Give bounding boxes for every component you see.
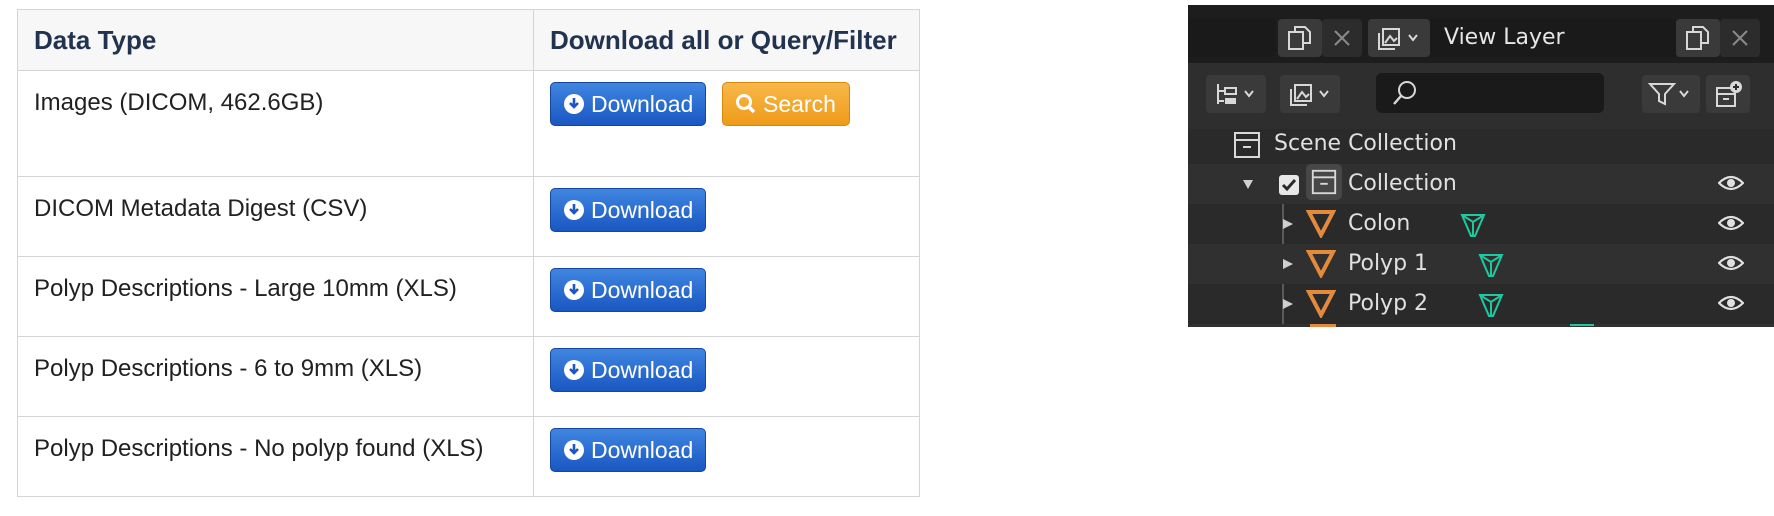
duplicate-icon[interactable] bbox=[1676, 19, 1720, 57]
collection-icon bbox=[1234, 132, 1260, 158]
table-row: Images (DICOM, 462.6GB) Download Search bbox=[17, 70, 920, 177]
mesh-data-icon bbox=[1570, 324, 1594, 327]
action-cell: Download bbox=[533, 176, 920, 257]
data-type-cell: DICOM Metadata Digest (CSV) bbox=[17, 176, 534, 257]
collection-icon bbox=[1311, 169, 1337, 195]
eye-icon[interactable] bbox=[1718, 253, 1744, 273]
outliner-panel: View Layer Scene Collection Collection C… bbox=[1188, 5, 1774, 327]
download-label: Download bbox=[591, 436, 694, 463]
action-cell: Download bbox=[533, 256, 920, 337]
mesh-data-icon[interactable] bbox=[1458, 209, 1488, 239]
download-button[interactable]: Download bbox=[550, 268, 706, 312]
table-row: Polyp Descriptions - Large 10mm (XLS) Do… bbox=[17, 256, 920, 337]
close-icon[interactable] bbox=[1322, 19, 1362, 57]
expand-arrow-icon[interactable] bbox=[1242, 178, 1254, 190]
table-row: Polyp Descriptions - 6 to 9mm (XLS) Down… bbox=[17, 336, 920, 417]
table-row: DICOM Metadata Digest (CSV) Download bbox=[17, 176, 920, 257]
magnifier-icon bbox=[1393, 81, 1416, 105]
download-circle-icon bbox=[564, 360, 584, 380]
outliner-header bbox=[1188, 63, 1774, 129]
action-cell: Download bbox=[533, 416, 920, 497]
layers-filter-icon[interactable] bbox=[1280, 75, 1340, 113]
search-icon bbox=[736, 94, 756, 114]
expand-arrow-icon[interactable] bbox=[1282, 258, 1294, 270]
collection-icon-bg bbox=[1306, 164, 1342, 200]
download-circle-icon bbox=[564, 94, 584, 114]
tree-item-colon[interactable]: Colon bbox=[1188, 204, 1774, 244]
mesh-object-icon bbox=[1310, 324, 1336, 327]
table-row: Polyp Descriptions - No polyp found (XLS… bbox=[17, 416, 920, 497]
close-icon[interactable] bbox=[1720, 19, 1760, 57]
tree-item-polyp-2[interactable]: Polyp 2 bbox=[1188, 284, 1774, 324]
outliner-search-input[interactable] bbox=[1376, 73, 1604, 113]
download-button[interactable]: Download bbox=[550, 428, 706, 472]
search-label: Search bbox=[763, 90, 836, 117]
tree-item-label: Collection bbox=[1348, 171, 1457, 196]
eye-icon[interactable] bbox=[1718, 293, 1744, 313]
tree-item-scene-collection[interactable]: Scene Collection bbox=[1188, 124, 1774, 164]
download-label: Download bbox=[591, 276, 694, 303]
exclude-checkbox-icon[interactable] bbox=[1278, 174, 1300, 196]
download-button[interactable]: Download bbox=[550, 82, 706, 126]
download-circle-icon bbox=[564, 440, 584, 460]
data-type-cell: Polyp Descriptions - Large 10mm (XLS) bbox=[17, 256, 534, 337]
data-type-cell: Polyp Descriptions - No polyp found (XLS… bbox=[17, 416, 534, 497]
new-collection-icon[interactable] bbox=[1706, 75, 1750, 113]
view-layer-bar: View Layer bbox=[1188, 5, 1774, 63]
table-header-row: Data Type Download all or Query/Filter bbox=[17, 9, 920, 71]
expand-arrow-icon[interactable] bbox=[1282, 218, 1294, 230]
download-label: Download bbox=[591, 90, 694, 117]
mesh-data-icon[interactable] bbox=[1476, 289, 1506, 319]
header-data-type: Data Type bbox=[17, 9, 534, 71]
data-table: Data Type Download all or Query/Filter I… bbox=[17, 9, 920, 497]
eye-icon[interactable] bbox=[1718, 173, 1744, 193]
mesh-object-icon bbox=[1306, 290, 1336, 318]
download-label: Download bbox=[591, 356, 694, 383]
duplicate-icon[interactable] bbox=[1278, 19, 1322, 57]
tree-item-label: Scene Collection bbox=[1274, 131, 1457, 156]
data-type-cell: Images (DICOM, 462.6GB) bbox=[17, 70, 534, 177]
download-button[interactable]: Download bbox=[550, 188, 706, 232]
action-cell: Download Search bbox=[533, 70, 920, 177]
data-type-cell: Polyp Descriptions - 6 to 9mm (XLS) bbox=[17, 336, 534, 417]
download-circle-icon bbox=[564, 280, 584, 300]
download-label: Download bbox=[591, 196, 694, 223]
filter-funnel-icon[interactable] bbox=[1642, 75, 1700, 113]
download-button[interactable]: Download bbox=[550, 348, 706, 392]
mesh-object-icon bbox=[1306, 210, 1336, 238]
tree-item-collection[interactable]: Collection bbox=[1188, 164, 1774, 204]
tree-item-partial bbox=[1188, 324, 1774, 327]
display-mode-icon[interactable] bbox=[1206, 75, 1266, 113]
eye-icon[interactable] bbox=[1718, 213, 1744, 233]
view-layer-field[interactable]: View Layer bbox=[1430, 19, 1676, 57]
expand-arrow-icon[interactable] bbox=[1282, 298, 1294, 310]
scene-field[interactable] bbox=[1188, 19, 1276, 57]
tree-item-polyp-1[interactable]: Polyp 1 bbox=[1188, 244, 1774, 284]
tree-item-label: Colon bbox=[1348, 211, 1411, 236]
download-circle-icon bbox=[564, 200, 584, 220]
search-button[interactable]: Search bbox=[722, 82, 850, 126]
tree-item-label: Polyp 2 bbox=[1348, 291, 1429, 316]
action-cell: Download bbox=[533, 336, 920, 417]
mesh-object-icon bbox=[1306, 250, 1336, 278]
mesh-data-icon[interactable] bbox=[1476, 249, 1506, 279]
header-download-query: Download all or Query/Filter bbox=[533, 9, 920, 71]
tree-item-label: Polyp 1 bbox=[1348, 251, 1429, 276]
render-layers-icon[interactable] bbox=[1368, 19, 1430, 57]
